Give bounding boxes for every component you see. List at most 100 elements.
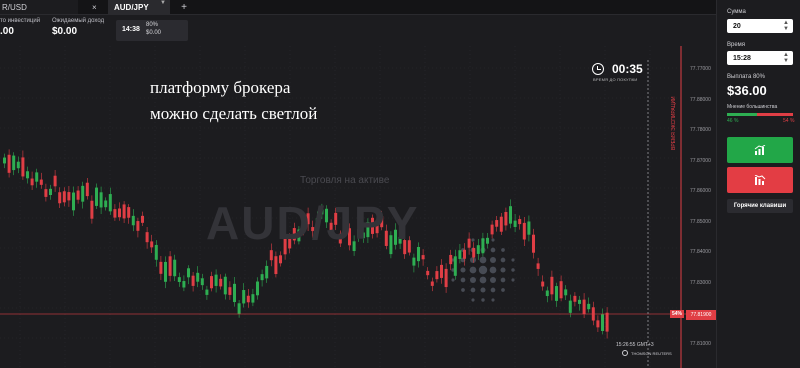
candle <box>444 268 448 288</box>
globe-dot <box>490 287 496 293</box>
chevron-down-icon[interactable]: ▼ <box>160 0 166 6</box>
candle <box>21 157 25 177</box>
deal-percent: 80% <box>146 22 159 28</box>
globe-dot <box>491 238 495 242</box>
candle <box>191 275 195 286</box>
candle <box>260 274 264 281</box>
payout-label: Выплата 80% <box>727 74 765 80</box>
stepper-icon[interactable]: ▲ ▼ <box>783 20 789 32</box>
candle <box>564 289 568 296</box>
candle <box>228 287 232 295</box>
expected-income-stat: Ожидаемый доход $0.00 <box>52 18 104 37</box>
amount-input[interactable]: 20 ▲ ▼ <box>727 19 793 33</box>
candle <box>99 192 103 208</box>
hotkeys-button[interactable]: Горячие клавиши <box>727 199 793 213</box>
tab-asset-audjpy[interactable]: AUD/JPY ▼ <box>108 0 170 14</box>
globe-dot <box>480 287 486 293</box>
globe-dot <box>478 265 488 275</box>
candle <box>39 179 43 185</box>
candle <box>118 208 121 218</box>
close-icon[interactable]: × <box>92 3 97 12</box>
candle <box>127 207 131 218</box>
sentiment-label: Мнение большинства <box>727 104 778 110</box>
candle <box>265 265 269 279</box>
price-tick: 77.88000 <box>690 96 711 103</box>
candle <box>458 250 462 259</box>
current-percent-tag: 54% <box>670 310 685 318</box>
globe-dot <box>511 278 515 282</box>
put-button[interactable] <box>727 167 793 193</box>
add-tab-button[interactable]: + <box>176 0 192 14</box>
time-input[interactable]: 15:28 ▲ ▼ <box>727 51 793 65</box>
globe-dot <box>469 256 477 264</box>
amount-label: Сумма <box>727 9 746 15</box>
candle <box>177 277 181 282</box>
globe-dot <box>479 256 487 264</box>
candle <box>532 234 535 253</box>
price-tick: 77.81000 <box>690 340 711 347</box>
candle <box>26 171 29 179</box>
candle <box>154 244 158 260</box>
candle <box>90 200 94 219</box>
candle <box>559 281 563 299</box>
candle <box>545 290 549 297</box>
globe-dot <box>489 266 497 274</box>
candle <box>58 192 62 204</box>
trade-panel: Сумма 20 ▲ ▼ Время 15:28 ▲ ▼ Выплата 80% $… <box>716 0 800 368</box>
candle <box>430 281 434 286</box>
candle <box>596 320 600 328</box>
globe-dot <box>469 276 477 284</box>
annotation-line-2: можно сделать светлой <box>150 104 318 123</box>
candle <box>44 189 48 197</box>
candle <box>200 278 204 286</box>
tab-asset-usd[interactable]: R/USD <box>0 0 78 14</box>
sentiment-up-fill <box>727 113 758 116</box>
candle <box>490 224 494 235</box>
tab-label: R/USD <box>2 2 27 12</box>
globe-dot <box>451 278 455 282</box>
globe-dot <box>501 288 505 292</box>
candle <box>251 294 255 303</box>
candle <box>426 270 430 276</box>
watermark-title: Торговля на активе <box>300 175 390 186</box>
candle <box>72 192 75 211</box>
candle <box>435 271 439 280</box>
deal-time: 14:38 <box>122 26 140 33</box>
time-label: Время <box>727 42 746 48</box>
globe-dot <box>501 248 505 252</box>
candle <box>499 216 503 232</box>
candle <box>582 299 586 315</box>
candle <box>237 303 241 314</box>
globe-dot <box>470 287 476 293</box>
candle <box>104 200 108 208</box>
candle <box>16 161 20 169</box>
amount-value: 20 <box>733 22 741 30</box>
active-deal-box[interactable]: 14:38 80% $0.00 <box>116 20 188 41</box>
candle <box>49 188 52 195</box>
tab-close-icon[interactable]: × <box>92 0 97 14</box>
candle <box>168 256 172 276</box>
deal-amount: $0.00 <box>146 30 162 36</box>
countdown-time: 00:35 <box>612 62 643 76</box>
price-tick: 77.83000 <box>690 279 711 286</box>
candle <box>513 220 517 227</box>
call-button[interactable] <box>727 137 793 163</box>
candle <box>85 182 89 197</box>
candle <box>421 255 425 260</box>
sentiment-up: 46 % <box>727 118 739 124</box>
expiry-label: ВРЕМЯ ЭКСПИРАЦИИ <box>671 96 677 150</box>
stats-bar: то инвестиций .00 Ожидаемый доход $0.00 <box>0 18 716 42</box>
tab-label: AUD/JPY <box>114 2 149 12</box>
candle <box>555 286 558 301</box>
candle <box>467 238 471 248</box>
expected-income-label: Ожидаемый доход <box>52 18 105 24</box>
current-price-tag: 77.81900 <box>686 310 716 320</box>
stepper-icon[interactable]: ▲ ▼ <box>783 52 789 64</box>
candle <box>30 178 34 186</box>
candle <box>95 187 98 206</box>
candle <box>182 281 186 288</box>
candle <box>578 299 581 304</box>
chart-up-icon <box>754 145 766 155</box>
candle <box>495 220 499 227</box>
candle <box>256 281 259 296</box>
